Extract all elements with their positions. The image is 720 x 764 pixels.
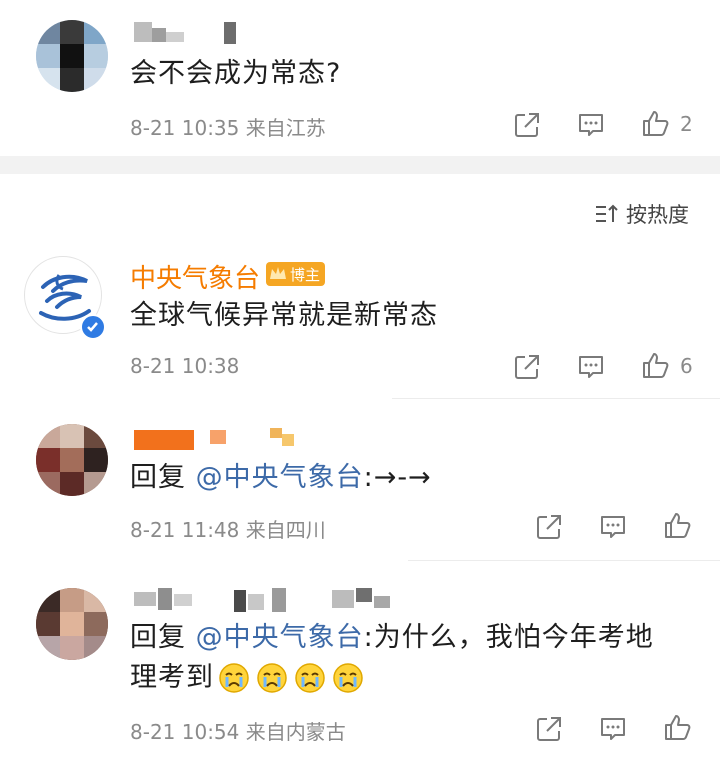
username-blurred[interactable] <box>134 22 244 48</box>
comment-icon[interactable] <box>576 110 606 140</box>
crying-emoji-icon <box>256 662 288 694</box>
divider <box>408 560 720 561</box>
reply-suffix: :→-→ <box>363 462 432 493</box>
reply-line2-text: 理考到 <box>130 662 214 693</box>
section-divider <box>0 156 720 174</box>
avatar[interactable] <box>36 424 108 496</box>
crown-icon <box>268 264 288 284</box>
like-icon[interactable] <box>640 108 670 138</box>
mention-link[interactable]: @中央气象台 <box>196 622 364 653</box>
like-icon[interactable] <box>662 510 692 540</box>
sort-toggle[interactable]: 按热度 <box>594 200 689 228</box>
comment-meta: 8-21 10:54 来自内蒙古 <box>130 720 346 744</box>
crying-emoji-icon <box>218 662 250 694</box>
reply-text: 回复 @中央气象台:→-→ <box>130 458 432 498</box>
crying-emoji-icon <box>332 662 364 694</box>
badge-label: 博主 <box>290 265 321 284</box>
like-count: 6 <box>680 354 693 378</box>
avatar[interactable] <box>36 588 108 660</box>
like-icon[interactable] <box>640 350 670 380</box>
share-icon[interactable] <box>534 512 564 542</box>
comment-meta: 8-21 10:35 来自江苏 <box>130 116 326 140</box>
comment-text: 会不会成为常态? <box>130 58 342 89</box>
comment-text: 全球气候异常就是新常态 <box>130 300 438 331</box>
comment-icon[interactable] <box>576 352 606 382</box>
share-icon[interactable] <box>512 110 542 140</box>
divider <box>392 398 720 399</box>
reply-line-1: 回复 @中央气象台:为什么，我怕今年考地 <box>130 618 700 658</box>
verified-icon <box>80 314 106 340</box>
sort-label: 按热度 <box>626 203 689 227</box>
comment-meta: 8-21 10:38 <box>130 354 240 378</box>
reply-text: 回复 @中央气象台:为什么，我怕今年考地 理考到 <box>130 618 700 698</box>
username-blurred[interactable] <box>134 426 304 452</box>
avatar[interactable] <box>36 20 108 92</box>
mention-link[interactable]: @中央气象台 <box>196 462 364 493</box>
reply-prefix: 回复 <box>130 622 196 653</box>
comment-meta: 8-21 11:48 来自四川 <box>130 518 326 542</box>
like-count: 2 <box>680 112 693 136</box>
reply-prefix: 回复 <box>130 462 196 493</box>
author-badge: 博主 <box>266 262 326 286</box>
share-icon[interactable] <box>512 352 542 382</box>
username-blurred[interactable] <box>134 588 394 614</box>
sort-icon <box>594 202 620 226</box>
comment-icon[interactable] <box>598 714 628 744</box>
like-icon[interactable] <box>662 712 692 742</box>
crying-emoji-icon <box>294 662 326 694</box>
share-icon[interactable] <box>534 714 564 744</box>
reply-line-2: 理考到 <box>130 658 700 698</box>
comment-icon[interactable] <box>598 512 628 542</box>
reply-suffix: :为什么，我怕今年考地 <box>363 622 654 653</box>
author-name[interactable]: 中央气象台 <box>130 258 260 295</box>
